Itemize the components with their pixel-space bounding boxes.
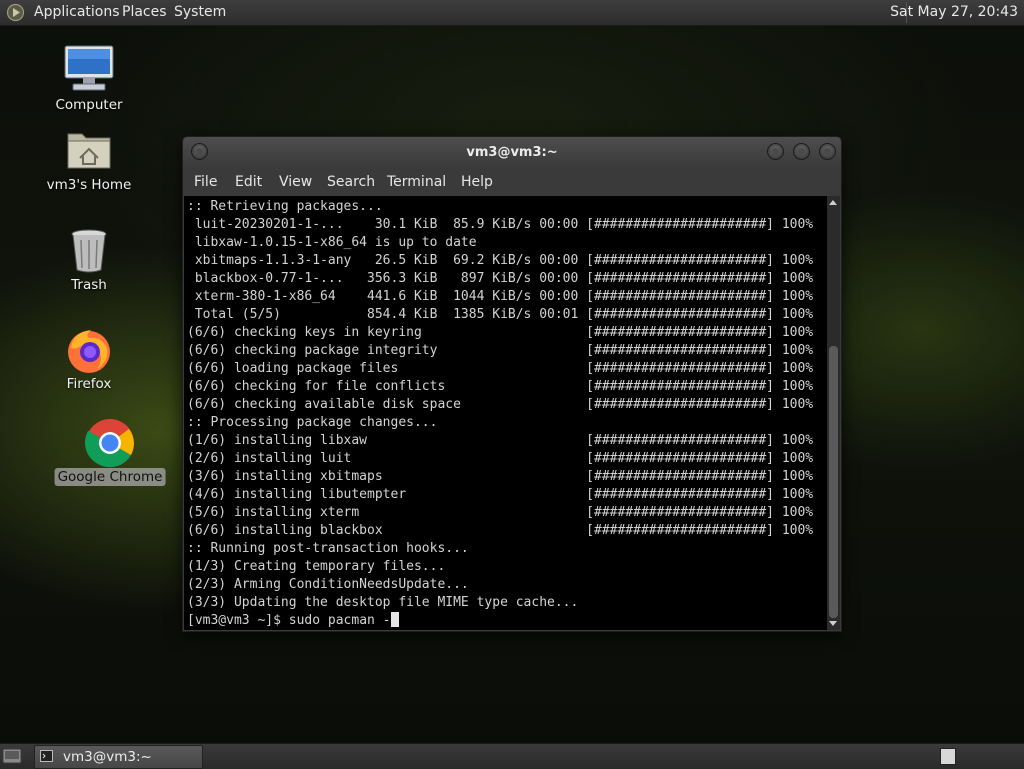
terminal-window[interactable]: vm3@vm3:~ File Edit View Search Terminal…: [182, 136, 842, 632]
distro-logo-icon[interactable]: [6, 3, 25, 22]
desktop-icon-home[interactable]: vm3's Home: [29, 128, 149, 198]
taskbar-button-label: vm3@vm3:~: [63, 749, 152, 765]
desktop-icon-trash[interactable]: Trash: [29, 228, 149, 298]
chrome-icon: [85, 419, 134, 468]
desktop-icon-label: Computer: [55, 97, 123, 113]
terminal-line: (6/6) installing blackbox [#############…: [187, 523, 814, 538]
home-folder-icon: [67, 133, 111, 169]
firefox-icon: [68, 330, 110, 373]
terminal-line: xbitmaps-1.1.3-1-any 26.5 KiB 69.2 KiB/s…: [187, 253, 814, 268]
terminal-line: :: Running post-transaction hooks...: [187, 541, 469, 556]
menu-view[interactable]: View: [279, 174, 312, 190]
terminal-line: (6/6) checking for file conflicts [#####…: [187, 379, 814, 394]
menu-edit[interactable]: Edit: [235, 174, 262, 190]
terminal-line: blackbox-0.77-1-... 356.3 KiB 897 KiB/s …: [187, 271, 814, 286]
terminal-line: (6/6) checking package integrity [######…: [187, 343, 814, 358]
desktop-icon-chrome[interactable]: Google Chrome: [50, 418, 170, 490]
menu-terminal[interactable]: Terminal: [387, 174, 446, 190]
window-title: vm3@vm3:~: [466, 145, 558, 160]
workspace-switcher[interactable]: [940, 748, 956, 765]
terminal-line: (6/6) loading package files [###########…: [187, 361, 814, 376]
terminal-prompt-line[interactable]: [vm3@vm3 ~]$ sudo pacman -: [187, 612, 813, 630]
applications-menu[interactable]: Applications: [34, 4, 120, 20]
scroll-down-arrow-icon[interactable]: [829, 621, 837, 626]
scrollbar-thumb[interactable]: [829, 346, 838, 618]
terminal-line: (6/6) checking keys in keyring [########…: [187, 325, 814, 340]
desktop-icon-label: Google Chrome: [54, 468, 166, 486]
maximize-button[interactable]: [793, 143, 810, 160]
terminal-icon: [40, 750, 53, 762]
terminal-scrollbar[interactable]: [827, 196, 840, 630]
system-menu[interactable]: System: [174, 4, 226, 20]
desktop-icon-label: Trash: [71, 277, 107, 293]
menu-file[interactable]: File: [194, 174, 217, 190]
top-panel: Applications Places System Sat May 27, 2…: [0, 0, 1024, 26]
terminal-line: (4/6) installing libutempter [##########…: [187, 487, 814, 502]
terminal-line: :: Retrieving packages...: [187, 199, 383, 214]
desktop-icon-label: Firefox: [66, 376, 112, 392]
text-cursor: [390, 612, 399, 627]
show-desktop-icon[interactable]: [2, 747, 22, 765]
close-button[interactable]: [819, 143, 836, 160]
clock[interactable]: Sat May 27, 20:43: [890, 4, 1018, 20]
taskbar-button-terminal[interactable]: vm3@vm3:~: [34, 745, 203, 769]
terminal-line: (5/6) installing xterm [################…: [187, 505, 814, 520]
terminal-output[interactable]: :: Retrieving packages... luit-20230201-…: [184, 196, 827, 630]
scroll-up-arrow-icon[interactable]: [829, 200, 837, 205]
typed-command: sudo pacman -: [288, 613, 391, 628]
terminal-line: :: Processing package changes...: [187, 415, 438, 430]
terminal-line: (3/6) installing xbitmaps [#############…: [187, 469, 814, 484]
terminal-line: (1/6) installing libxaw [###############…: [187, 433, 814, 448]
terminal-line: Total (5/5) 854.4 KiB 1385 KiB/s 00:01 […: [187, 307, 814, 322]
terminal-lines: :: Retrieving packages... luit-20230201-…: [187, 198, 813, 630]
terminal-line: (3/3) Updating the desktop file MIME typ…: [187, 595, 579, 610]
shell-prompt: [vm3@vm3 ~]$: [187, 613, 289, 628]
desktop-icon-computer[interactable]: Computer: [29, 44, 149, 124]
terminal-line: xterm-380-1-x86_64 441.6 KiB 1044 KiB/s …: [187, 289, 814, 304]
terminal-line: (2/6) installing luit [#################…: [187, 451, 814, 466]
terminal-line: (2/3) Arming ConditionNeedsUpdate...: [187, 577, 469, 592]
menu-help[interactable]: Help: [461, 174, 493, 190]
bottom-panel: vm3@vm3:~: [0, 743, 1024, 769]
menu-search[interactable]: Search: [327, 174, 375, 190]
computer-icon: [64, 45, 114, 91]
minimize-button[interactable]: [767, 143, 784, 160]
terminal-menubar: File Edit View Search Terminal Help: [183, 168, 841, 196]
terminal-line: (1/3) Creating temporary files...: [187, 559, 446, 574]
window-titlebar[interactable]: vm3@vm3:~: [183, 137, 841, 168]
desktop-icon-label: vm3's Home: [46, 177, 132, 193]
terminal-line: libxaw-1.0.15-1-x86_64 is up to date: [187, 235, 477, 250]
places-menu[interactable]: Places: [122, 4, 167, 20]
trash-icon: [71, 229, 107, 273]
desktop-icon-firefox[interactable]: Firefox: [29, 326, 149, 396]
terminal-line: (6/6) checking available disk space [###…: [187, 397, 814, 412]
terminal-line: luit-20230201-1-... 30.1 KiB 85.9 KiB/s …: [187, 217, 814, 232]
